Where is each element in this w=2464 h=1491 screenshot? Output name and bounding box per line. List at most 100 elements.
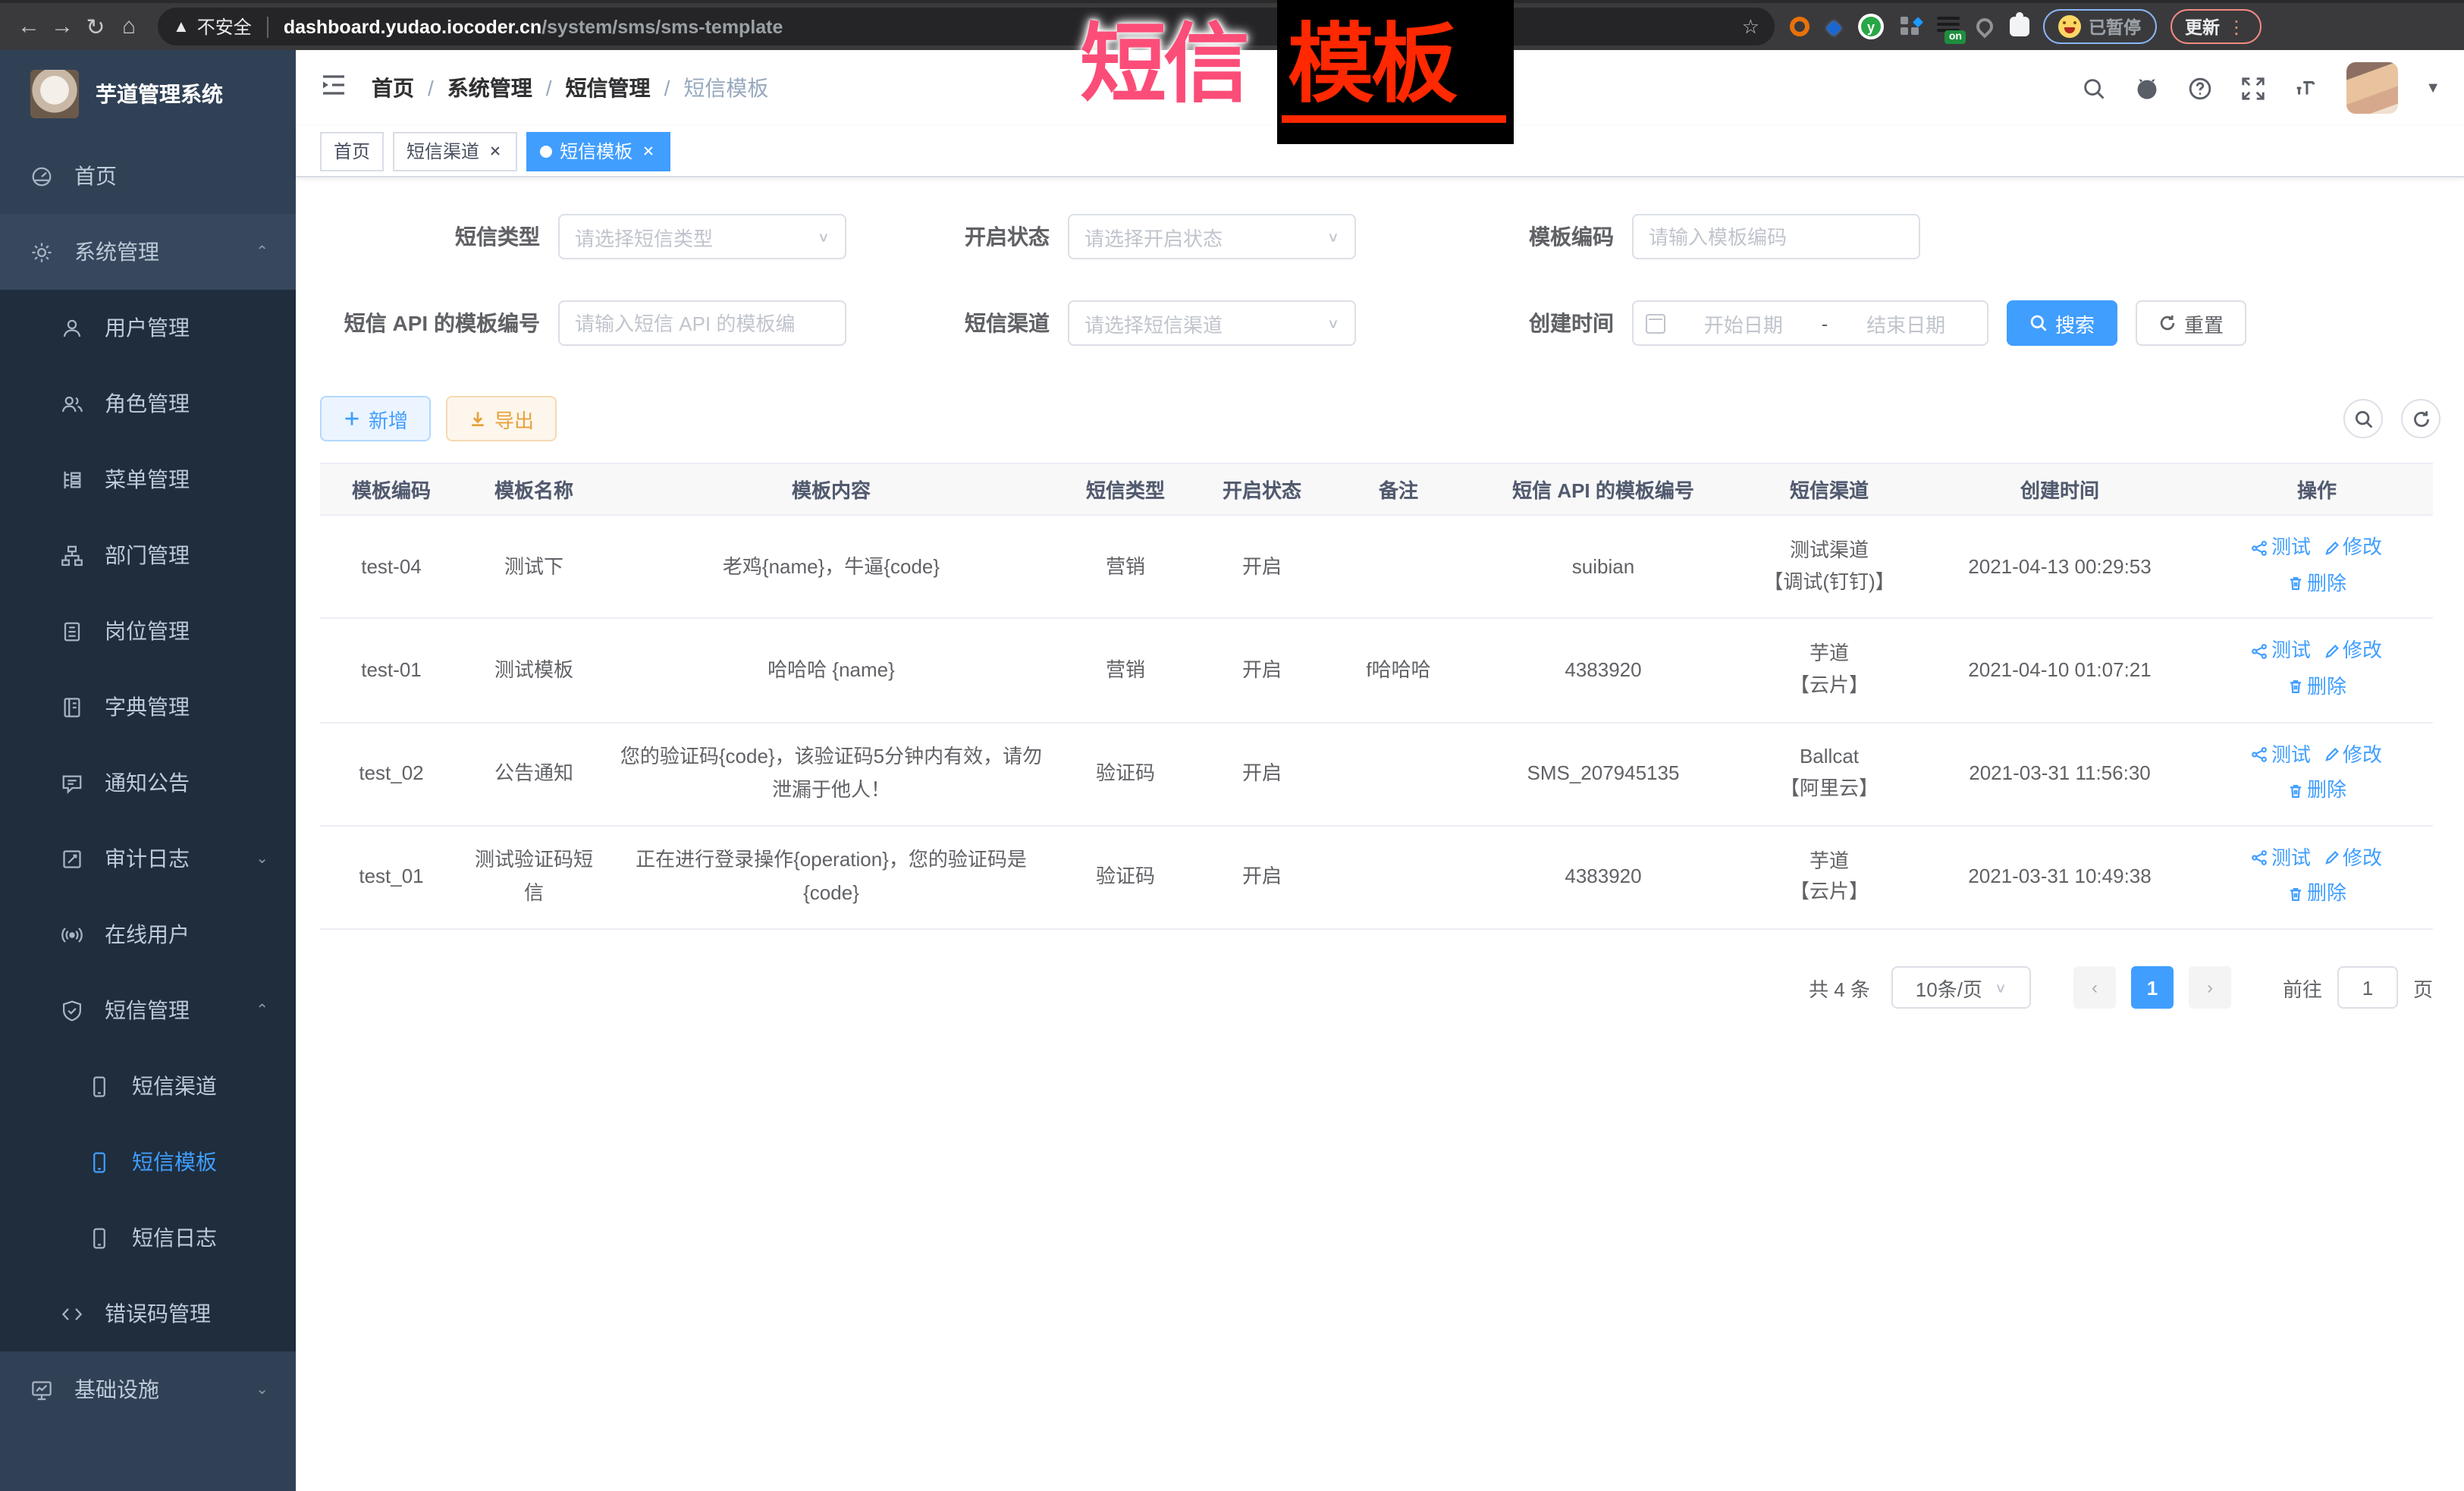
update-label: 更新 bbox=[2185, 14, 2220, 39]
next-page-button[interactable]: › bbox=[2189, 966, 2231, 1009]
status-select[interactable]: 请选择开启状态 ∨ bbox=[1068, 214, 1356, 259]
sidebar-item-audit-log[interactable]: 审计日志 ⌄ bbox=[0, 821, 296, 896]
sidebar-item-sms-template[interactable]: 短信模板 bbox=[0, 1124, 296, 1200]
extension-pin-icon[interactable] bbox=[1973, 14, 1996, 38]
breadcrumb-system[interactable]: 系统管理 bbox=[447, 73, 532, 103]
extension-gem-icon[interactable]: ◆ bbox=[1826, 14, 1841, 39]
sidebar-item-users[interactable]: 用户管理 bbox=[0, 290, 296, 366]
caret-down-icon[interactable]: ▼ bbox=[2425, 80, 2440, 96]
menu-dots-icon[interactable]: ⋮ bbox=[2227, 16, 2246, 37]
close-icon[interactable] bbox=[640, 143, 657, 159]
chevron-down-icon: ∨ bbox=[1327, 229, 1339, 245]
delete-link[interactable]: 删除 bbox=[2287, 774, 2346, 807]
tab-sms-channel[interactable]: 短信渠道 bbox=[393, 131, 517, 171]
home-icon[interactable]: ⌂ bbox=[112, 14, 146, 39]
sidebar-item-home[interactable]: 首页 bbox=[0, 138, 296, 214]
prev-page-button[interactable]: ‹ bbox=[2073, 966, 2116, 1009]
sidebar-item-online-users[interactable]: 在线用户 bbox=[0, 896, 296, 972]
edit-link[interactable]: 修改 bbox=[2323, 738, 2382, 771]
toggle-search-button[interactable] bbox=[2343, 399, 2383, 438]
delete-link[interactable]: 删除 bbox=[2287, 670, 2346, 704]
extension-grid-icon[interactable]: ◆ bbox=[1901, 17, 1920, 36]
delete-link[interactable]: 删除 bbox=[2287, 567, 2346, 600]
sms-type-select[interactable]: 请选择短信类型 ∨ bbox=[558, 214, 846, 259]
user-avatar[interactable] bbox=[2346, 62, 2398, 114]
app-logo[interactable]: 芋道管理系统 bbox=[0, 50, 296, 138]
edit-link[interactable]: 修改 bbox=[2323, 531, 2382, 564]
template-code-field[interactable] bbox=[1632, 214, 1920, 259]
help-icon[interactable] bbox=[2187, 75, 2213, 101]
delete-link[interactable]: 删除 bbox=[2287, 877, 2346, 911]
page-1-button[interactable]: 1 bbox=[2131, 966, 2174, 1009]
back-icon[interactable]: ← bbox=[12, 14, 46, 39]
phone-icon bbox=[88, 1226, 111, 1249]
refresh-table-button[interactable] bbox=[2401, 399, 2440, 438]
api-template-id-input[interactable] bbox=[575, 312, 842, 334]
sidebar-item-departments[interactable]: 部门管理 bbox=[0, 517, 296, 593]
test-link[interactable]: 测试 bbox=[2252, 738, 2311, 771]
tab-home[interactable]: 首页 bbox=[320, 131, 384, 171]
github-icon[interactable] bbox=[2134, 75, 2160, 101]
sidebar-item-dictionary[interactable]: 字典管理 bbox=[0, 669, 296, 745]
breadcrumb-sms[interactable]: 短信管理 bbox=[566, 73, 651, 103]
forward-icon[interactable]: → bbox=[46, 14, 79, 39]
test-link[interactable]: 测试 bbox=[2252, 842, 2311, 875]
extension-list-icon[interactable]: on bbox=[1937, 17, 1960, 36]
sidebar-item-sms[interactable]: 短信管理 ⌃ bbox=[0, 972, 296, 1048]
sidebar-item-announcements[interactable]: 通知公告 bbox=[0, 745, 296, 821]
sidebar-item-infrastructure[interactable]: 基础设施 ⌄ bbox=[0, 1351, 296, 1427]
test-link[interactable]: 测试 bbox=[2252, 531, 2311, 564]
edit-link[interactable]: 修改 bbox=[2323, 635, 2382, 668]
search-icon[interactable] bbox=[2081, 75, 2107, 101]
sidebar-item-system[interactable]: 系统管理 ⌃ bbox=[0, 214, 296, 290]
create-time-range-picker[interactable]: 开始日期 - 结束日期 bbox=[1632, 300, 1988, 346]
page-suffix: 页 bbox=[2413, 973, 2433, 1002]
broadcast-icon bbox=[61, 923, 83, 946]
edit-square-icon bbox=[61, 847, 83, 870]
update-pill[interactable]: 更新 ⋮ bbox=[2170, 9, 2261, 44]
address-bar[interactable]: ▲ 不安全 dashboard.yudao.iocoder.cn/system/… bbox=[158, 8, 1775, 46]
chevron-down-icon: ⌄ bbox=[256, 850, 268, 867]
breadcrumb-home[interactable]: 首页 bbox=[372, 73, 414, 103]
api-template-id-field[interactable] bbox=[558, 300, 846, 346]
sidebar-item-posts[interactable]: 岗位管理 bbox=[0, 593, 296, 669]
code-icon bbox=[61, 1302, 83, 1325]
page-size-select[interactable]: 10条/页 ∨ bbox=[1891, 966, 2031, 1009]
export-button[interactable]: 导出 bbox=[446, 396, 557, 441]
search-button[interactable]: 搜索 bbox=[2007, 300, 2117, 346]
sidebar-item-roles[interactable]: 角色管理 bbox=[0, 366, 296, 441]
test-link[interactable]: 测试 bbox=[2252, 635, 2311, 668]
edit-icon bbox=[2323, 539, 2340, 556]
goto-page-input[interactable] bbox=[2337, 966, 2398, 1009]
bookmark-star-icon[interactable]: ☆ bbox=[1742, 14, 1759, 39]
search-icon bbox=[2029, 314, 2048, 332]
security-label[interactable]: 不安全 bbox=[197, 14, 252, 39]
reload-icon[interactable]: ↻ bbox=[79, 13, 112, 40]
tab-sms-template[interactable]: 短信模板 bbox=[526, 131, 670, 171]
trash-icon bbox=[2287, 679, 2304, 695]
extension-ring-icon[interactable] bbox=[1790, 17, 1810, 36]
col-code: 模板编码 bbox=[320, 463, 463, 515]
paused-label: 已暂停 bbox=[2089, 14, 2141, 39]
sidebar-item-sms-log[interactable]: 短信日志 bbox=[0, 1200, 296, 1276]
active-dot bbox=[540, 145, 552, 157]
reset-button[interactable]: 重置 bbox=[2136, 300, 2246, 346]
refresh-icon bbox=[2158, 314, 2177, 332]
edit-link[interactable]: 修改 bbox=[2323, 842, 2382, 875]
sidebar-toggle-button[interactable] bbox=[320, 71, 347, 105]
add-button[interactable]: 新增 bbox=[320, 396, 431, 441]
template-code-input[interactable] bbox=[1649, 225, 1916, 248]
extension-y-icon[interactable]: y bbox=[1858, 14, 1884, 39]
sidebar-item-menus[interactable]: 菜单管理 bbox=[0, 441, 296, 517]
font-size-icon[interactable] bbox=[2293, 75, 2319, 101]
close-icon[interactable] bbox=[487, 143, 504, 159]
start-date-placeholder[interactable]: 开始日期 bbox=[1675, 309, 1813, 337]
end-date-placeholder[interactable]: 结束日期 bbox=[1837, 309, 1975, 337]
fullscreen-icon[interactable] bbox=[2240, 75, 2266, 101]
profile-paused-pill[interactable]: 已暂停 bbox=[2043, 9, 2156, 44]
extensions-puzzle-icon[interactable] bbox=[2010, 17, 2029, 36]
channel-select[interactable]: 请选择短信渠道 ∨ bbox=[1068, 300, 1356, 346]
sidebar-item-sms-channel[interactable]: 短信渠道 bbox=[0, 1048, 296, 1124]
sidebar-item-error-codes[interactable]: 错误码管理 bbox=[0, 1276, 296, 1351]
system-submenu: 用户管理 角色管理 菜单管理 部门管理 岗位管理 bbox=[0, 290, 296, 1351]
